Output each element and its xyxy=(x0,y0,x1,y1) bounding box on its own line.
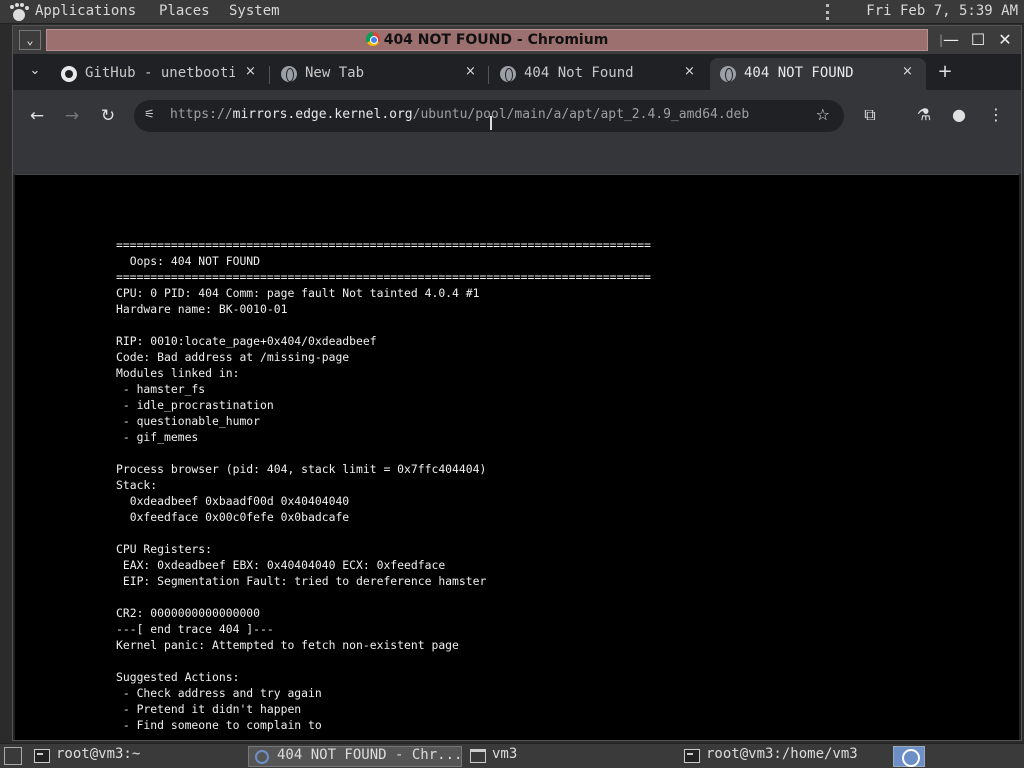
error-text-line: Modules linked in: xyxy=(116,366,240,380)
tab-404-not-found-active[interactable]: 404 NOT FOUND × xyxy=(710,58,926,90)
back-button[interactable]: ← xyxy=(25,104,49,128)
tab-divider xyxy=(269,66,270,84)
gnome-foot-icon[interactable] xyxy=(8,2,30,22)
error-text-block: ========================================… xyxy=(116,237,651,733)
error-text-line: - gif_memes xyxy=(116,430,199,444)
minimize-button[interactable]: — xyxy=(941,30,961,50)
taskbar-item-terminal-home[interactable]: root@vm3:/home/vm3 xyxy=(678,746,890,767)
browser-toolbar: ← → ↻ ⚟ https://mirrors.edge.kernel.org/… xyxy=(13,90,1021,174)
error-text-line xyxy=(116,525,651,541)
error-text-line: - questionable_humor xyxy=(116,414,261,428)
browser-window: ⌄ 404 NOT FOUND - Chromium | — ☐ ✕ ⌄ Git… xyxy=(12,25,1022,741)
close-tab-icon[interactable]: × xyxy=(902,64,913,79)
error-text-line: ========================================… xyxy=(116,270,651,284)
error-text-line: 0xdeadbeef 0xbaadf00d 0x40404040 xyxy=(116,494,350,508)
new-tab-button[interactable]: + xyxy=(933,60,957,84)
labs-flask-icon[interactable]: ⚗ xyxy=(913,104,935,126)
tab-strip: ⌄ GitHub - unetbootin × New Tab × 404 No… xyxy=(13,54,1021,90)
clock[interactable]: Fri Feb 7, 5:39 AM xyxy=(866,3,1018,19)
tab-label: GitHub - unetbootin xyxy=(85,65,235,81)
error-text-line: - hamster_fs xyxy=(116,382,206,396)
reload-button[interactable]: ↻ xyxy=(96,104,120,128)
close-tab-icon[interactable]: × xyxy=(245,64,256,79)
error-text-line: ========================================… xyxy=(116,238,651,252)
error-text-line: RIP: 0010:locate_page+0x404/0xdeadbeef xyxy=(116,334,377,348)
bottom-panel: root@vm3:~ 404 NOT FOUND - Chr... vm3 ro… xyxy=(0,743,1024,768)
error-text-line: Code: Bad address at /missing-page xyxy=(116,350,350,364)
places-menu[interactable]: Places xyxy=(159,3,210,19)
tab-label: 404 NOT FOUND xyxy=(744,65,854,81)
error-text-line xyxy=(116,589,651,605)
system-menu[interactable]: System xyxy=(229,3,280,19)
github-icon xyxy=(61,66,77,82)
error-text-line: 0xfeedface 0x00c0fefe 0x0badcafe xyxy=(116,510,350,524)
error-text-line: Suggested Actions: xyxy=(116,670,240,684)
tab-divider xyxy=(488,66,489,84)
window-titlebar[interactable]: ⌄ 404 NOT FOUND - Chromium | — ☐ ✕ xyxy=(13,26,1021,54)
window-title: 404 NOT FOUND - Chromium xyxy=(47,32,927,48)
tab-search-button[interactable]: ⌄ xyxy=(23,59,47,83)
error-text-line: - Check address and try again xyxy=(116,686,322,700)
site-info-icon[interactable]: ⚟ xyxy=(144,107,160,123)
top-panel: Applications Places System Fri Feb 7, 5:… xyxy=(0,0,1024,24)
tab-new-tab[interactable]: New Tab × xyxy=(271,58,483,90)
window-menu-button[interactable]: ⌄ xyxy=(19,30,41,50)
error-text-line: CR2: 0000000000000000 xyxy=(116,606,261,620)
taskbar-item-terminal-root[interactable]: root@vm3:~ xyxy=(28,746,248,767)
tab-label: New Tab xyxy=(305,65,365,81)
tab-github[interactable]: GitHub - unetbootin × xyxy=(51,58,263,90)
close-window-button[interactable]: ✕ xyxy=(995,30,1015,50)
error-text-line: EAX: 0xdeadbeef EBX: 0x40404040 ECX: 0xf… xyxy=(116,558,446,572)
error-text-line xyxy=(116,317,651,333)
taskbar-item-chromium[interactable]: 404 NOT FOUND - Chr... xyxy=(248,746,462,767)
chromium-icon xyxy=(365,32,380,46)
error-text-line: Hardware name: BK-0010-01 xyxy=(116,302,288,316)
error-text-line: EIP: Segmentation Fault: tried to derefe… xyxy=(116,574,487,588)
url-text[interactable]: https://mirrors.edge.kernel.org/ubuntu/p… xyxy=(170,107,749,122)
error-text-line: Oops: 404 NOT FOUND xyxy=(116,254,261,268)
error-text-line xyxy=(116,445,651,461)
tab-label: 404 Not Found xyxy=(524,65,634,81)
error-text-line: ---[ end trace 404 ]--- xyxy=(116,622,274,636)
error-text-line: Stack: xyxy=(116,478,158,492)
globe-icon xyxy=(720,66,736,82)
tab-404-not-found[interactable]: 404 Not Found × xyxy=(490,58,702,90)
bookmark-star-icon[interactable]: ☆ xyxy=(816,105,830,124)
extensions-icon[interactable]: ⧉ xyxy=(859,104,881,126)
taskbar-item-vm3[interactable]: vm3 xyxy=(464,746,674,767)
applications-menu[interactable]: Applications xyxy=(35,3,136,19)
address-bar[interactable]: ⚟ https://mirrors.edge.kernel.org/ubuntu… xyxy=(134,100,844,132)
error-text-line: - Find someone to complain to xyxy=(116,718,322,732)
close-tab-icon[interactable]: × xyxy=(684,64,695,79)
forward-button[interactable]: → xyxy=(60,104,84,128)
text-cursor xyxy=(490,116,492,130)
terminal-icon xyxy=(684,749,700,763)
error-text-line xyxy=(116,653,651,669)
error-text-line: - idle_procrastination xyxy=(116,398,274,412)
kebab-menu-icon[interactable]: ⋮ xyxy=(985,104,1007,126)
panel-grip[interactable] xyxy=(826,4,830,20)
close-tab-icon[interactable]: × xyxy=(465,64,476,79)
page-content: ========================================… xyxy=(15,174,1019,740)
title-area[interactable]: 404 NOT FOUND - Chromium xyxy=(46,29,928,51)
show-desktop-icon[interactable] xyxy=(4,747,22,765)
chromium-icon xyxy=(255,750,269,764)
terminal-icon xyxy=(34,749,50,763)
globe-icon xyxy=(281,66,297,82)
error-text-line: CPU: 0 PID: 404 Comm: page fault Not tai… xyxy=(116,286,480,300)
globe-icon xyxy=(500,66,516,82)
tray-chromium-icon[interactable] xyxy=(893,746,925,767)
error-text-line: Kernel panic: Attempted to fetch non-exi… xyxy=(116,638,459,652)
error-text-line: - Pretend it didn't happen xyxy=(116,702,302,716)
home-folder-icon xyxy=(470,749,486,763)
maximize-button[interactable]: ☐ xyxy=(968,30,988,50)
error-text-line: CPU Registers: xyxy=(116,542,213,556)
error-text-line: Process browser (pid: 404, stack limit =… xyxy=(116,462,487,476)
profile-icon[interactable]: ● xyxy=(948,104,970,126)
